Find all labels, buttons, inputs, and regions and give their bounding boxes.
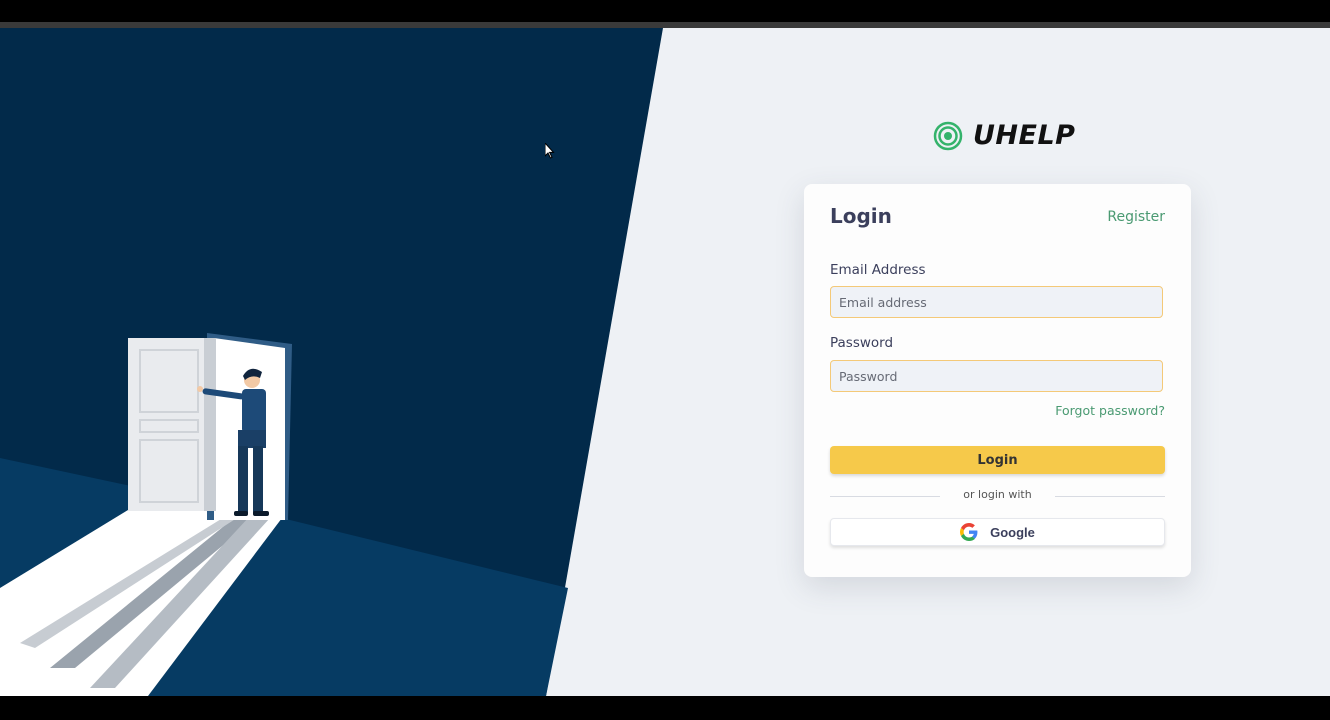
login-card: Login Register Email Address Password Fo…	[804, 184, 1191, 577]
window-top-bar	[0, 0, 1330, 28]
google-icon	[960, 523, 978, 541]
password-label: Password	[830, 335, 894, 351]
forgot-password-link[interactable]: Forgot password?	[1055, 403, 1165, 418]
brand-name: UHELP	[973, 120, 1076, 151]
login-page: UHELP Login Register Email Address Passw…	[0, 28, 1330, 696]
or-divider: or login with	[830, 488, 1165, 504]
email-field[interactable]	[830, 286, 1163, 318]
divider-line-right	[1055, 496, 1165, 497]
login-title: Login	[830, 204, 892, 228]
google-login-button[interactable]: Google	[830, 518, 1165, 546]
mouse-cursor-icon	[544, 141, 555, 163]
divider-text: or login with	[963, 488, 1032, 501]
login-button[interactable]: Login	[830, 446, 1165, 474]
open-door	[128, 338, 216, 511]
email-label: Email Address	[830, 262, 926, 278]
door-edge	[204, 338, 216, 511]
brand-logo: UHELP	[933, 120, 1075, 151]
window-bottom-bar	[0, 696, 1330, 720]
password-field[interactable]	[830, 360, 1163, 392]
google-button-label: Google	[990, 524, 1035, 540]
target-icon	[933, 121, 963, 150]
register-link[interactable]: Register	[1107, 209, 1165, 225]
